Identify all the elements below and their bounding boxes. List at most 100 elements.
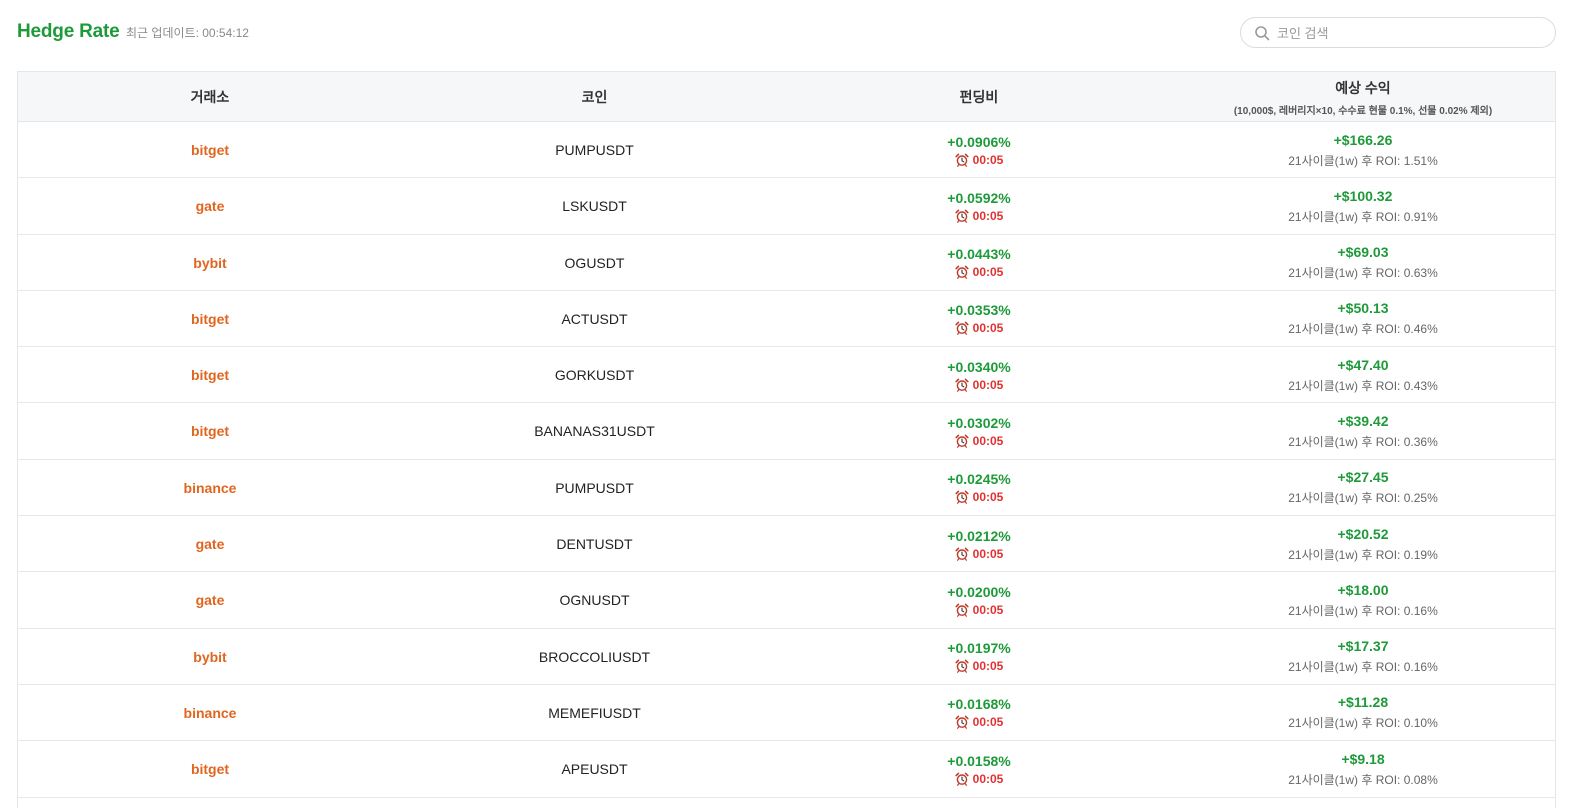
cell-funding: +0.0200% 00:05	[787, 572, 1171, 628]
cell-profit: +$50.13 21사이클(1w) 후 ROI: 0.46%	[1171, 291, 1555, 347]
funding-timer-value: 00:05	[972, 490, 1004, 505]
exchange-name: gate	[195, 536, 225, 553]
header-exchange[interactable]: 거래소	[18, 72, 402, 122]
table-row[interactable]: gate OGNUSDT +0.0200% 00:05 +$18.00 21사이…	[18, 572, 1555, 629]
coin-symbol: MEMEFIUSDT	[548, 704, 641, 721]
coin-symbol: DENTUSDT	[556, 536, 633, 553]
exchange-name: bitget	[190, 761, 230, 778]
exchange-name: bybit	[193, 254, 227, 271]
search-icon	[1255, 26, 1270, 41]
alarm-clock-icon	[955, 547, 969, 561]
expected-profit: +$20.52	[1337, 525, 1389, 542]
funding-timer: 00:05	[955, 321, 1004, 336]
cell-exchange: bitget	[18, 741, 402, 797]
search-input[interactable]	[1277, 22, 1547, 44]
table-header: 거래소 코인 펀딩비 예상 수익 (10,000$, 레버리지×10, 수수료 …	[18, 72, 1555, 122]
cell-profit: +$69.03 21사이클(1w) 후 ROI: 0.63%	[1171, 235, 1555, 291]
cell-coin: ACTUSDT	[402, 291, 787, 347]
table-row[interactable]: bitget APEUSDT +0.0158% 00:05 +$9.18 21사…	[18, 741, 1555, 798]
expected-profit: +$17.37	[1337, 638, 1389, 655]
funding-timer: 00:05	[955, 659, 1004, 674]
exchange-name: gate	[195, 592, 225, 609]
funding-timer-value: 00:05	[972, 602, 1004, 617]
cell-exchange: bitget	[18, 291, 402, 347]
header-coin[interactable]: 코인	[402, 72, 787, 122]
table-row[interactable]: bybit OGUSDT +0.0443% 00:05 +$69.03 21사이…	[18, 234, 1555, 291]
roi-text: 21사이클(1w) 후 ROI: 0.16%	[1288, 660, 1438, 675]
alarm-clock-icon	[955, 209, 969, 223]
roi-text: 21사이클(1w) 후 ROI: 1.51%	[1288, 153, 1438, 168]
table-row[interactable]: bitget GORKUSDT +0.0340% 00:05 +$47.40 2…	[18, 347, 1555, 404]
funding-timer: 00:05	[955, 772, 1003, 786]
cell-funding: +0.0340% 00:05	[787, 347, 1171, 403]
funding-timer-value: 00:05	[972, 546, 1004, 561]
cell-exchange: binance	[18, 685, 402, 741]
expected-profit: +$39.42	[1337, 412, 1389, 429]
funding-rate: +0.0443%	[947, 246, 1011, 263]
last-updated-label: 최근 업데이트: 00:54:12	[126, 26, 249, 40]
expected-profit: +$69.03	[1337, 244, 1389, 261]
roi-text: 21사이클(1w) 후 ROI: 0.16%	[1288, 603, 1438, 618]
funding-timer: 00:05	[955, 378, 1003, 392]
funding-rate: +0.0302%	[947, 414, 1011, 431]
search-box[interactable]	[1240, 17, 1556, 48]
roi-text: 21사이클(1w) 후 ROI: 0.43%	[1288, 378, 1438, 393]
brand-title: Hedge Rate	[17, 21, 120, 42]
table-row[interactable]: binance MEMEFIUSDT +0.0168% 00:05 +$11.2…	[18, 684, 1555, 742]
cell-funding: +0.0212% 00:05	[787, 516, 1171, 572]
header-profit[interactable]: 예상 수익 (10,000$, 레버리지×10, 수수료 현물 0.1%, 선물…	[1171, 72, 1555, 122]
cell-profit: +$9.18 21사이클(1w) 후 ROI: 0.08%	[1171, 741, 1555, 797]
page-header: Hedge Rate 최근 업데이트: 00:54:12	[0, 0, 1588, 64]
table-row[interactable]: gate DENTUSDT +0.0212% 00:05 +$20.52 21사…	[18, 516, 1555, 573]
cell-profit: +$18.00 21사이클(1w) 후 ROI: 0.16%	[1171, 572, 1555, 628]
table-row[interactable]: bitget PUMPUSDT +0.0906% 00:05 +$166.26 …	[18, 122, 1555, 179]
funding-timer-value: 00:05	[972, 152, 1004, 167]
roi-text: 21사이클(1w) 후 ROI: 0.25%	[1288, 491, 1438, 506]
cell-profit: +$166.26 21사이클(1w) 후 ROI: 1.51%	[1171, 122, 1555, 178]
table-row[interactable]: gate LSKUSDT +0.0592% 00:05 +$100.32 21사…	[18, 178, 1555, 235]
cell-exchange: gate	[18, 572, 402, 628]
funding-timer: 00:05	[955, 715, 1004, 730]
exchange-name: binance	[183, 479, 237, 496]
expected-profit: +$9.18	[1341, 750, 1385, 767]
alarm-clock-icon	[955, 153, 969, 167]
funding-timer: 00:05	[955, 209, 1003, 223]
alarm-clock-icon	[955, 490, 969, 505]
table-row[interactable]: bitget ACTUSDT +0.0353% 00:05 +$50.13 21…	[18, 290, 1555, 348]
table-row[interactable]: bitget BANANAS31USDT +0.0302% 00:05 +$39…	[18, 403, 1555, 460]
alarm-clock-icon	[955, 265, 969, 279]
coin-symbol: PUMPUSDT	[555, 142, 634, 158]
alarm-clock-icon	[955, 772, 969, 786]
funding-rate: +0.0212%	[947, 527, 1011, 544]
funding-timer: 00:05	[955, 265, 1003, 279]
exchange-name: bitget	[190, 310, 230, 327]
funding-timer-value: 00:05	[972, 433, 1004, 448]
cell-profit: +$47.40 21사이클(1w) 후 ROI: 0.43%	[1171, 347, 1555, 403]
funding-table: 거래소 코인 펀딩비 예상 수익 (10,000$, 레버리지×10, 수수료 …	[17, 71, 1556, 808]
coin-symbol: ACTUSDT	[561, 310, 628, 327]
cell-exchange: bitget	[18, 347, 402, 403]
cell-coin: MEMEFIUSDT	[402, 685, 787, 741]
funding-timer-value: 00:05	[972, 659, 1004, 674]
last-updated: 최근 업데이트: 00:54:12	[126, 24, 249, 41]
table-row[interactable]: binance PUMPUSDT +0.0245% 00:05 +$27.45 …	[18, 459, 1555, 517]
cell-exchange: gate	[18, 178, 402, 234]
header-funding[interactable]: 펀딩비	[787, 72, 1171, 122]
funding-timer-value: 00:05	[972, 321, 1004, 336]
cell-coin: OGNUSDT	[402, 572, 787, 628]
cell-coin: OGUSDT	[402, 235, 787, 291]
exchange-name: bybit	[193, 648, 227, 665]
cell-coin: APEUSDT	[402, 741, 787, 797]
cell-profit: +$17.37 21사이클(1w) 후 ROI: 0.16%	[1171, 629, 1555, 685]
table-row[interactable]: bybit BROCCOLIUSDT +0.0197% 00:05 +$17.3…	[18, 628, 1555, 685]
coin-symbol: APEUSDT	[561, 761, 628, 778]
cell-coin: PUMPUSDT	[402, 460, 787, 516]
funding-timer-value: 00:05	[972, 715, 1004, 730]
cell-coin: BROCCOLIUSDT	[402, 629, 787, 685]
cell-coin: DENTUSDT	[402, 516, 787, 572]
coin-symbol: GORKUSDT	[554, 367, 635, 384]
coin-symbol: OGUSDT	[564, 254, 625, 271]
funding-timer: 00:05	[955, 152, 1004, 167]
roi-text: 21사이클(1w) 후 ROI: 0.91%	[1288, 209, 1438, 224]
alarm-clock-icon	[955, 434, 969, 448]
